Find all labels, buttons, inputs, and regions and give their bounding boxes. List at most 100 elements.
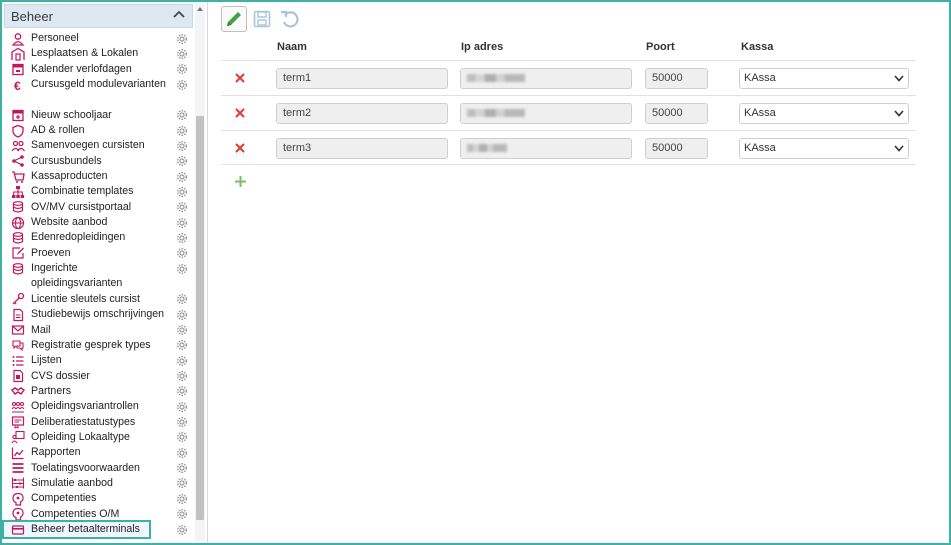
gear-icon[interactable]	[176, 309, 188, 321]
kassa-select[interactable]: KAssa	[739, 68, 909, 89]
ip-address-field[interactable]	[460, 103, 632, 124]
terminal-name-field[interactable]: term2	[276, 103, 448, 124]
gear-icon[interactable]	[176, 524, 188, 536]
sidebar-header[interactable]: Beheer	[4, 4, 193, 28]
sidebar-item-studiebewijs-omschrijvingen[interactable]: Studiebewijs omschrijvingen	[4, 307, 193, 322]
gear-icon[interactable]	[176, 447, 188, 459]
gear-icon[interactable]	[176, 401, 188, 413]
sidebar-item-deliberatiestatustypes[interactable]: Deliberatiestatustypes	[4, 415, 193, 430]
sidebar-item-rapporten[interactable]: Rapporten	[4, 445, 193, 460]
delete-row-icon[interactable]	[234, 142, 246, 154]
edit-button[interactable]	[221, 6, 247, 32]
sidebar-item-edenredopleidingen[interactable]: Edenredopleidingen	[4, 230, 193, 245]
sidebar-item-kassaproducten[interactable]: Kassaproducten	[4, 169, 193, 184]
gear-icon[interactable]	[176, 416, 188, 428]
gear-icon[interactable]	[176, 247, 188, 259]
sidebar-item-personeel[interactable]: Personeel	[4, 31, 193, 46]
gear-icon[interactable]	[176, 63, 188, 75]
gear-icon[interactable]	[176, 217, 188, 229]
chevron-down-icon[interactable]	[891, 70, 907, 87]
sidebar-item-simulatie-aanbod[interactable]: Simulatie aanbod	[4, 476, 193, 491]
sidebar-item-label: Nieuw schooljaar	[31, 108, 112, 121]
sidebar-item-combinatie-templates[interactable]: Combinatie templates	[4, 184, 193, 199]
sidebar-item-proeven[interactable]: Proeven	[4, 246, 193, 261]
sidebar-item-nieuw-schooljaar[interactable]: Nieuw schooljaar	[4, 108, 193, 123]
sidebar-item-ingerichte-opleidingsvarianten[interactable]: Ingerichte opleidingsvarianten	[4, 261, 193, 292]
port-field[interactable]: 50000	[645, 138, 708, 159]
chevron-up-icon[interactable]	[172, 8, 186, 22]
ip-address-field[interactable]	[460, 138, 632, 159]
gear-icon[interactable]	[176, 431, 188, 443]
sidebar-item-licentie-sleutels-cursist[interactable]: Licentie sleutels cursist	[4, 292, 193, 307]
gear-icon[interactable]	[176, 125, 188, 137]
add-row-icon[interactable]	[234, 175, 247, 188]
gear-icon[interactable]	[176, 263, 188, 275]
gear-icon[interactable]	[176, 355, 188, 367]
gear-icon[interactable]	[176, 293, 188, 305]
gear-icon[interactable]	[176, 155, 188, 167]
sidebar-item-toelatingsvoorwaarden[interactable]: Toelatingsvoorwaarden	[4, 461, 193, 476]
delete-row-icon[interactable]	[234, 72, 246, 84]
sidebar-scrollbar[interactable]	[195, 4, 205, 541]
ip-address-field[interactable]	[460, 68, 632, 89]
gear-icon[interactable]	[176, 33, 188, 45]
sidebar-item-lijsten[interactable]: Lijsten	[4, 353, 193, 368]
sidebar-item-cvs-dossier[interactable]: CVS dossier	[4, 369, 193, 384]
sidebar-item-lesplaatsen-lokalen[interactable]: Lesplaatsen & Lokalen	[4, 46, 193, 61]
gear-icon[interactable]	[176, 201, 188, 213]
gear-icon[interactable]	[176, 477, 188, 489]
sidebar-item-label: Kassaproducten	[31, 170, 108, 183]
gear-icon[interactable]	[176, 79, 188, 91]
sidebar-item-mail[interactable]: Mail	[4, 323, 193, 338]
port-field[interactable]: 50000	[645, 68, 708, 89]
terminal-name-field[interactable]: term3	[276, 138, 448, 159]
gear-icon[interactable]	[176, 462, 188, 474]
scroll-thumb[interactable]	[196, 116, 204, 520]
sidebar-item-competenties-o-m[interactable]: Competenties O/M	[4, 507, 193, 522]
gear-icon[interactable]	[176, 508, 188, 520]
undo-icon	[281, 10, 299, 28]
gear-icon[interactable]	[176, 171, 188, 183]
gear-icon[interactable]	[176, 186, 188, 198]
row-separator	[221, 95, 916, 96]
kassa-select[interactable]: KAssa	[739, 138, 909, 159]
sidebar-item-cursusbundels[interactable]: Cursusbundels	[4, 154, 193, 169]
sidebar-item-registratie-gesprek-types[interactable]: Registratie gesprek types	[4, 338, 193, 353]
sidebar-item-label: Beheer betaalterminals	[31, 523, 140, 535]
sidebar-item-website-aanbod[interactable]: Website aanbod	[4, 215, 193, 230]
undo-button[interactable]	[277, 6, 303, 32]
chevron-down-icon[interactable]	[891, 140, 907, 157]
gear-icon[interactable]	[176, 339, 188, 351]
sidebar-item-label: Lijsten	[31, 354, 62, 367]
sidebar-item-competenties[interactable]: Competenties	[4, 491, 193, 506]
gear-icon[interactable]	[176, 140, 188, 152]
delete-row-icon[interactable]	[234, 107, 246, 119]
gear-icon[interactable]	[176, 370, 188, 382]
sidebar-item-beheer-betaalterminals[interactable]: Beheer betaalterminals	[2, 519, 188, 540]
sidebar-item-ov-mv-cursistportaal[interactable]: OV/MV cursistportaal	[4, 200, 193, 215]
scroll-up-arrow-icon[interactable]	[196, 5, 204, 13]
sidebar-item-label: Mail	[31, 323, 51, 336]
gear-icon[interactable]	[176, 48, 188, 60]
sidebar-item-partners[interactable]: Partners	[4, 384, 193, 399]
port-field[interactable]: 50000	[645, 103, 708, 124]
sidebar-item-ad-rollen[interactable]: AD & rollen	[4, 123, 193, 138]
sidebar-item-opleidingsvariantrollen[interactable]: Opleidingsvariantrollen	[4, 399, 193, 414]
chart-line-icon	[11, 447, 24, 459]
save-button[interactable]	[249, 6, 275, 32]
floppy-disk-icon	[253, 10, 271, 28]
sidebar-item-kalender-verlofdagen[interactable]: Kalender verlofdagen	[4, 62, 193, 77]
sidebar-item-cursusgeld-modulevarianten[interactable]: € Cursusgeld modulevarianten	[4, 77, 193, 108]
cart-icon	[12, 170, 25, 183]
gear-icon[interactable]	[176, 385, 188, 397]
gear-icon[interactable]	[176, 493, 188, 505]
gear-icon[interactable]	[176, 109, 188, 121]
redacted-ip	[467, 109, 525, 117]
gear-icon[interactable]	[176, 324, 188, 336]
gear-icon[interactable]	[176, 232, 188, 244]
sidebar-item-opleiding-lokaaltype[interactable]: Opleiding Lokaaltype	[4, 430, 193, 445]
kassa-select[interactable]: KAssa	[739, 103, 909, 124]
chevron-down-icon[interactable]	[891, 105, 907, 122]
sidebar-item-samenvoegen-cursisten[interactable]: Samenvoegen cursisten	[4, 138, 193, 153]
terminal-name-field[interactable]: term1	[276, 68, 448, 89]
